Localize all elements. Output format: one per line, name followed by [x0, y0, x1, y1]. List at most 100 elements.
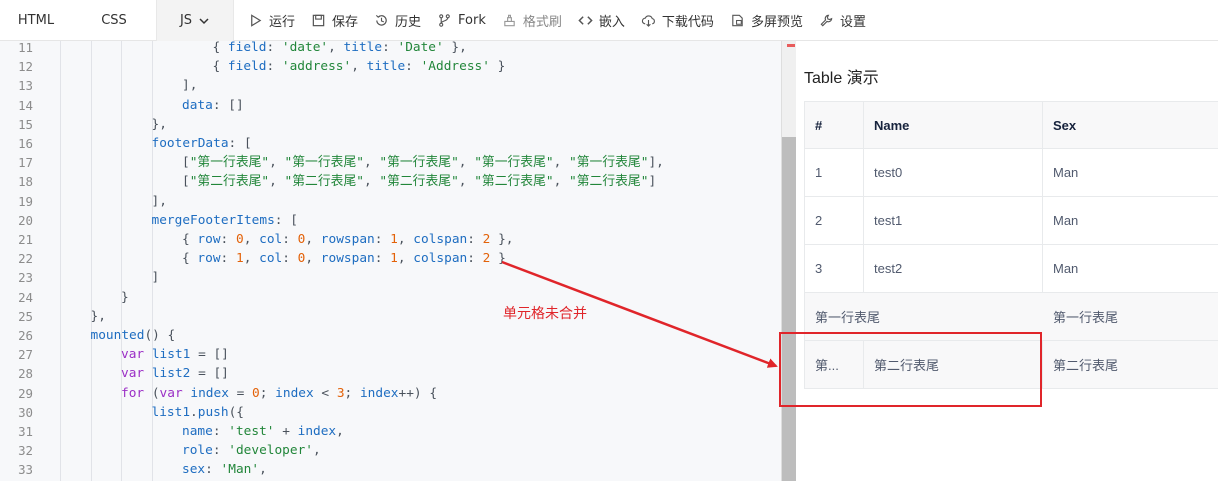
code-line: list1.push({	[151, 404, 245, 420]
line-number: 24	[18, 289, 33, 305]
header-cell-name[interactable]: Name	[864, 102, 1043, 149]
code-line: data: []	[182, 97, 244, 113]
tab-js[interactable]: JS	[156, 0, 234, 41]
header-cell-sex[interactable]: Sex	[1043, 102, 1218, 149]
preview-title: Table 演示	[804, 70, 879, 87]
save-icon	[312, 14, 325, 26]
footer-merged-cell: 第一行表尾	[815, 310, 881, 325]
code-editor[interactable]: 11 12 13 14 15 16 17 18 19 20 21 22 23 24 25 26 27 28 29 30…	[0, 41, 781, 481]
footer-row-1: 第一行表尾 第一行表尾	[805, 293, 1218, 341]
table-cell: test1	[864, 197, 1043, 244]
code-line: { row: 1, col: 0, rowspan: 1, colspan: 2…	[182, 251, 506, 267]
footer-cell-sex: 第一行表尾	[1053, 310, 1119, 325]
tab-css[interactable]: CSS	[72, 0, 156, 41]
scrollbar-thumb[interactable]	[782, 137, 797, 481]
play-icon	[251, 13, 262, 27]
table-cell: 2	[805, 197, 864, 244]
line-number: 13	[18, 78, 33, 94]
scroll-marker	[787, 44, 795, 47]
settings-button-label: 设置	[839, 14, 866, 30]
multi-screen-preview-button-label: 多屏预览	[750, 14, 803, 30]
line-number: 33	[18, 462, 33, 478]
history-icon	[375, 14, 387, 26]
table-row[interactable]: 1 test0 Man	[805, 149, 1218, 197]
editor-scrollbar[interactable]	[781, 41, 797, 481]
code-line: { field: 'date', title: 'Date' },	[212, 41, 467, 55]
table-cell: test2	[864, 245, 1043, 292]
line-number: 30	[18, 404, 33, 420]
code-line: { field: 'address', title: 'Address' }	[212, 59, 506, 75]
annotation-label: 单元格未合并	[503, 306, 587, 322]
code-line: sex: 'Man',	[182, 462, 267, 478]
line-number: 17	[18, 155, 33, 171]
code-line: role: 'developer',	[182, 443, 321, 459]
indent-guide	[90, 41, 92, 481]
history-button-label: 历史	[395, 14, 422, 30]
line-number: 31	[18, 424, 33, 439]
table-cell: Man	[1053, 261, 1079, 276]
preview-pane: Table 演示 # Name Sex 1 test0 Man 2 test1 …	[796, 41, 1218, 481]
indent-guide	[60, 41, 61, 481]
indent-guide	[121, 41, 122, 481]
table-row[interactable]: 2 test1 Man	[805, 197, 1218, 245]
code-content[interactable]: { field: 'date', title: 'Date' }, { field…	[60, 41, 781, 481]
save-button-label: 保存	[332, 14, 359, 30]
code-line: for (var index = 0; index < 3; index++) …	[121, 385, 438, 401]
code-line: ["第一行表尾", "第一行表尾", "第一行表尾", "第一行表尾", "第一…	[182, 155, 664, 171]
history-button[interactable]: 历史	[374, 11, 421, 30]
line-number: 32	[18, 443, 33, 459]
code-line: ],	[182, 78, 198, 94]
run-button-label: 运行	[269, 14, 296, 30]
format-brush-button-label: 格式刷	[522, 14, 562, 30]
code-line: var list1 = []	[121, 347, 229, 363]
embed-code-icon	[578, 15, 593, 25]
code-line: },	[151, 116, 167, 132]
data-table: # Name Sex 1 test0 Man 2 test1 Man 3 tes…	[804, 101, 1218, 389]
tab-html[interactable]: HTML	[0, 0, 72, 41]
code-line: },	[90, 308, 106, 324]
line-number: 21	[18, 232, 33, 247]
code-line: }	[121, 289, 129, 305]
format-brush-button[interactable]: 格式刷	[502, 11, 562, 30]
footer-cell-name: 第二行表尾	[864, 341, 1043, 388]
code-line: ]	[151, 270, 160, 286]
cloud-download-icon	[641, 14, 655, 27]
table-header-row: # Name Sex	[805, 101, 1218, 149]
line-number: 19	[18, 193, 33, 209]
tab-html-label: HTML	[17, 13, 55, 28]
code-line: { row: 0, col: 0, rowspan: 1, colspan: 2…	[182, 232, 514, 247]
line-number: 12	[18, 59, 33, 75]
fork-icon	[439, 13, 450, 27]
tab-css-label: CSS	[101, 13, 127, 28]
table-row[interactable]: 3 test2 Man	[805, 245, 1218, 293]
code-line: ],	[151, 193, 167, 209]
multi-screen-icon	[732, 14, 743, 26]
save-button[interactable]: 保存	[311, 11, 358, 30]
embed-button[interactable]: 嵌入	[578, 11, 625, 30]
code-line: var list2 = []	[121, 366, 229, 382]
fork-button[interactable]: Fork	[437, 13, 486, 28]
line-number: 14	[18, 97, 33, 113]
line-number: 23	[18, 270, 33, 286]
table-cell: test0	[864, 149, 1043, 196]
format-brush-icon	[504, 14, 515, 26]
line-number: 11	[18, 41, 33, 55]
table-cell: Man	[1053, 165, 1079, 180]
run-button[interactable]: 运行	[248, 11, 295, 30]
line-number: 28	[18, 366, 33, 382]
line-number: 26	[18, 328, 33, 343]
code-line: name: 'test' + index,	[182, 424, 344, 439]
settings-button[interactable]: 设置	[819, 11, 866, 30]
code-line: footerData: [	[151, 136, 252, 151]
header-cell-index[interactable]: #	[805, 102, 864, 149]
table-cell: Man	[1053, 213, 1079, 228]
multi-screen-preview-button[interactable]: 多屏预览	[730, 11, 803, 30]
footer-cell-index: 第...	[805, 341, 864, 388]
table-cell: 3	[805, 245, 864, 292]
fork-button-label: Fork	[458, 12, 486, 28]
download-code-button[interactable]: 下载代码	[641, 11, 714, 30]
tab-js-label: JS	[179, 13, 193, 28]
code-line: mergeFooterItems: [	[151, 212, 298, 228]
embed-button-label: 嵌入	[598, 14, 625, 30]
download-code-button-label: 下载代码	[661, 14, 714, 30]
